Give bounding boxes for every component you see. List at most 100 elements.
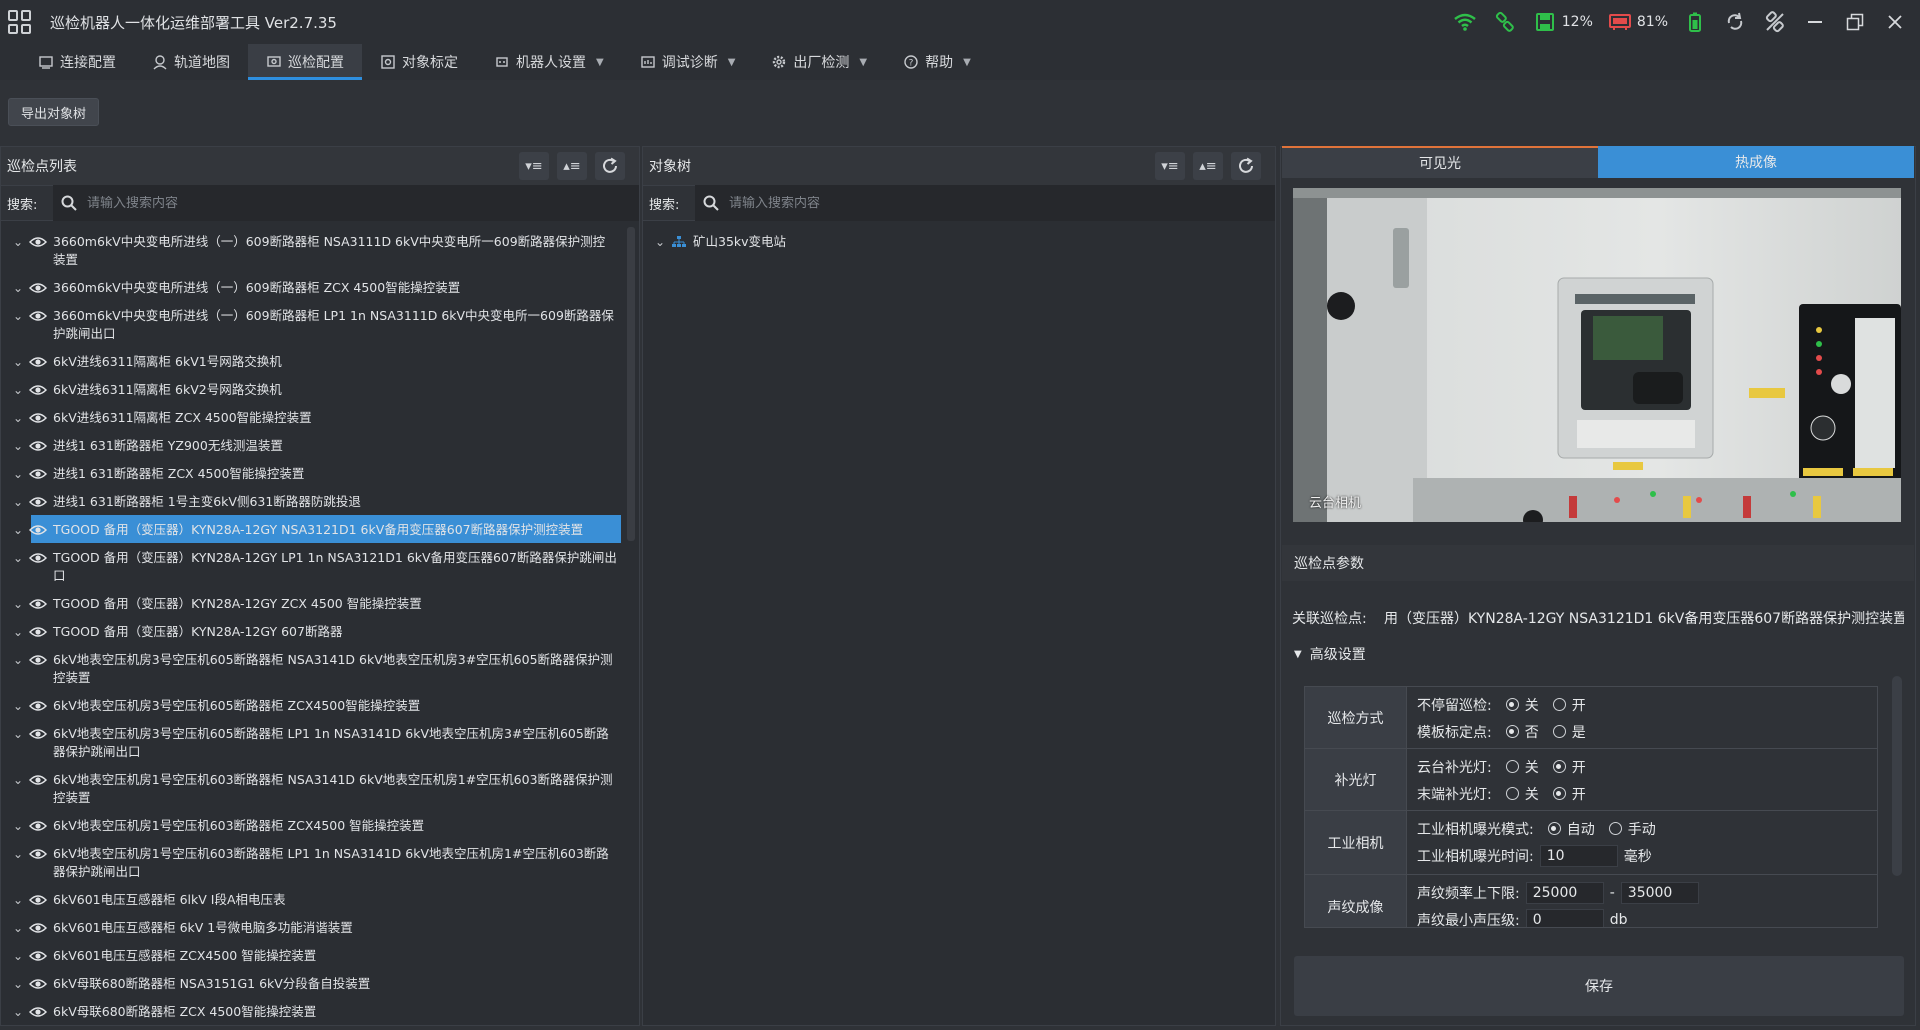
list-item[interactable]: ⌄ TGOOD 备用（变压器）KYN28A-12GY NSA3121D1 6kV备…: [7, 515, 627, 543]
chevron-down-icon[interactable]: ⌄: [7, 549, 29, 565]
close-icon[interactable]: [1882, 9, 1908, 35]
end-light-off-radio[interactable]: 关: [1505, 784, 1539, 804]
chevron-down-icon[interactable]: ⌄: [7, 845, 29, 861]
eye-icon[interactable]: [29, 439, 47, 453]
freq-high-input[interactable]: 35000: [1620, 881, 1699, 904]
template-yes-radio[interactable]: 是: [1552, 722, 1586, 742]
eye-icon[interactable]: [29, 281, 47, 295]
ptz-light-on-radio[interactable]: 开: [1552, 757, 1586, 777]
list-item[interactable]: ⌄ 6kV母联680断路器柜 ZCX 4500智能操控装置: [7, 997, 627, 1025]
chevron-down-icon[interactable]: ⌄: [7, 771, 29, 787]
chevron-down-icon[interactable]: ⌄: [7, 595, 29, 611]
menu-inspection[interactable]: 巡检配置: [248, 44, 362, 80]
list-item[interactable]: ⌄ 6kV地表空压机房3号空压机605断路器柜 NSA3141D 6kV地表空压机…: [7, 645, 627, 691]
eye-icon[interactable]: [29, 309, 47, 323]
eye-icon[interactable]: [29, 1005, 47, 1019]
chevron-down-icon[interactable]: ⌄: [7, 409, 29, 425]
eye-icon[interactable]: [29, 921, 47, 935]
chevron-down-icon[interactable]: ⌄: [7, 725, 29, 741]
chevron-down-icon[interactable]: ⌄: [7, 521, 29, 537]
refresh-button[interactable]: [1231, 152, 1261, 180]
chevron-down-icon[interactable]: ⌄: [7, 279, 29, 295]
chevron-down-icon[interactable]: ⌄: [7, 817, 29, 833]
eye-icon[interactable]: [29, 355, 47, 369]
list-item[interactable]: ⌄6kV母联680断路器柜 LP1 1n NSA3151G1 6kV分段680断…: [7, 1025, 627, 1027]
list-item[interactable]: ⌄ 6kV地表空压机房1号空压机603断路器柜 ZCX4500 智能操控装置: [7, 811, 627, 839]
menu-help[interactable]: ? 帮助 ▼: [885, 44, 989, 80]
eye-icon[interactable]: [29, 773, 47, 787]
chevron-down-icon[interactable]: ⌄: [649, 233, 671, 249]
chevron-down-icon[interactable]: ⌄: [7, 437, 29, 453]
list-item[interactable]: ⌄ 6kV601电压互感器柜 6kV 1号微电脑多功能消谐装置: [7, 913, 627, 941]
list-item[interactable]: ⌄ 进线1 631断路器柜 1号主变6kV侧631断路器防跳投退: [7, 487, 627, 515]
menu-map[interactable]: 轨道地图: [134, 44, 248, 80]
eye-icon[interactable]: [29, 819, 47, 833]
chevron-down-icon[interactable]: ⌄: [7, 233, 29, 249]
exposure-auto-radio[interactable]: 自动: [1547, 819, 1595, 839]
end-light-on-radio[interactable]: 开: [1552, 784, 1586, 804]
eye-icon[interactable]: [29, 727, 47, 741]
chevron-down-icon[interactable]: ⌄: [7, 919, 29, 935]
list-item[interactable]: ⌄ 6kV地表空压机房3号空压机605断路器柜 ZCX4500智能操控装置: [7, 691, 627, 719]
sync-icon[interactable]: [1722, 9, 1748, 35]
eye-icon[interactable]: [29, 383, 47, 397]
menu-debug[interactable]: 调试诊断 ▼: [622, 44, 754, 80]
save-button[interactable]: 保存: [1294, 956, 1904, 1016]
list-item[interactable]: ⌄ TGOOD 备用（变压器）KYN28A-12GY LP1 1n NSA3121…: [7, 543, 627, 589]
export-tree-button[interactable]: 导出对象树: [8, 98, 100, 126]
eye-icon[interactable]: [29, 977, 47, 991]
advanced-settings-toggle[interactable]: ▼ 高级设置: [1294, 644, 1366, 664]
chevron-down-icon[interactable]: ⌄: [7, 891, 29, 907]
list-item[interactable]: ⌄ 6kV地表空压机房3号空压机605断路器柜 LP1 1n NSA3141D 6…: [7, 719, 627, 765]
tab-thermal[interactable]: 热成像: [1598, 146, 1914, 178]
chevron-down-icon[interactable]: ⌄: [7, 465, 29, 481]
collapse-all-button[interactable]: ▾≡: [519, 152, 549, 180]
list-item[interactable]: ⌄ 3660m6kV中央变电所进线（一）609断路器柜 LP1 1n NSA311…: [7, 301, 627, 347]
chevron-down-icon[interactable]: ⌄: [7, 381, 29, 397]
tree-root-node[interactable]: ⌄ 矿山35kv变电站: [649, 227, 1049, 255]
menu-gear[interactable]: 出厂检测 ▼: [753, 44, 885, 80]
list-item[interactable]: ⌄ 6kV母联680断路器柜 NSA3151G1 6kV分段备自投装置: [7, 969, 627, 997]
restore-icon[interactable]: [1842, 9, 1868, 35]
menu-robot[interactable]: 机器人设置 ▼: [476, 44, 622, 80]
list-item[interactable]: ⌄ TGOOD 备用（变压器）KYN28A-12GY ZCX 4500 智能操控装…: [7, 589, 627, 617]
nonstop-on-radio[interactable]: 开: [1552, 695, 1586, 715]
exposure-time-input[interactable]: 10: [1539, 844, 1618, 867]
eye-icon[interactable]: [29, 551, 47, 565]
list-item[interactable]: ⌄ 6kV地表空压机房1号空压机603断路器柜 LP1 1n NSA3141D 6…: [7, 839, 627, 885]
list-item[interactable]: ⌄ 进线1 631断路器柜 YZ900无线测温装置: [7, 431, 627, 459]
list-item[interactable]: ⌄ 3660m6kV中央变电所进线（一）609断路器柜 NSA3111D 6kV中…: [7, 227, 627, 273]
chevron-down-icon[interactable]: ⌄: [7, 947, 29, 963]
chevron-down-icon[interactable]: ⌄: [7, 493, 29, 509]
chevron-down-icon[interactable]: ⌄: [7, 623, 29, 639]
chevron-down-icon[interactable]: ⌄: [7, 697, 29, 713]
menu-link[interactable]: 连接配置: [20, 44, 134, 80]
list-item[interactable]: ⌄ 6kV601电压互感器柜 6lkV I段A相电压表: [7, 885, 627, 913]
eye-icon[interactable]: [29, 467, 47, 481]
eye-icon[interactable]: [29, 411, 47, 425]
template-no-radio[interactable]: 否: [1505, 722, 1539, 742]
collapse-all-button[interactable]: ▾≡: [1155, 152, 1185, 180]
eye-icon[interactable]: [29, 495, 47, 509]
chevron-down-icon[interactable]: ⌄: [7, 651, 29, 667]
menu-target[interactable]: 对象标定: [362, 44, 476, 80]
chevron-down-icon[interactable]: ⌄: [7, 975, 29, 991]
ptz-light-off-radio[interactable]: 关: [1505, 757, 1539, 777]
eye-icon[interactable]: [29, 235, 47, 249]
eye-icon[interactable]: [29, 949, 47, 963]
eye-icon[interactable]: [29, 523, 47, 537]
chevron-down-icon[interactable]: ⌄: [7, 1003, 29, 1019]
expand-all-button[interactable]: ▴≡: [1193, 152, 1223, 180]
freq-low-input[interactable]: 25000: [1525, 881, 1604, 904]
tab-visible-light[interactable]: 可见光: [1282, 146, 1598, 178]
expand-all-button[interactable]: ▴≡: [557, 152, 587, 180]
eye-icon[interactable]: [29, 597, 47, 611]
list-item[interactable]: ⌄ 进线1 631断路器柜 ZCX 4500智能操控装置: [7, 459, 627, 487]
chevron-down-icon[interactable]: ⌄: [7, 353, 29, 369]
search-input[interactable]: [729, 195, 1275, 211]
list-item[interactable]: ⌄ 6kV进线6311隔离柜 6kV1号网路交换机: [7, 347, 627, 375]
eye-icon[interactable]: [29, 625, 47, 639]
list-item[interactable]: ⌄ 6kV地表空压机房1号空压机603断路器柜 NSA3141D 6kV地表空压机…: [7, 765, 627, 811]
list-item[interactable]: ⌄ 6kV601电压互感器柜 ZCX4500 智能操控装置: [7, 941, 627, 969]
disconnect-icon[interactable]: [1762, 9, 1788, 35]
